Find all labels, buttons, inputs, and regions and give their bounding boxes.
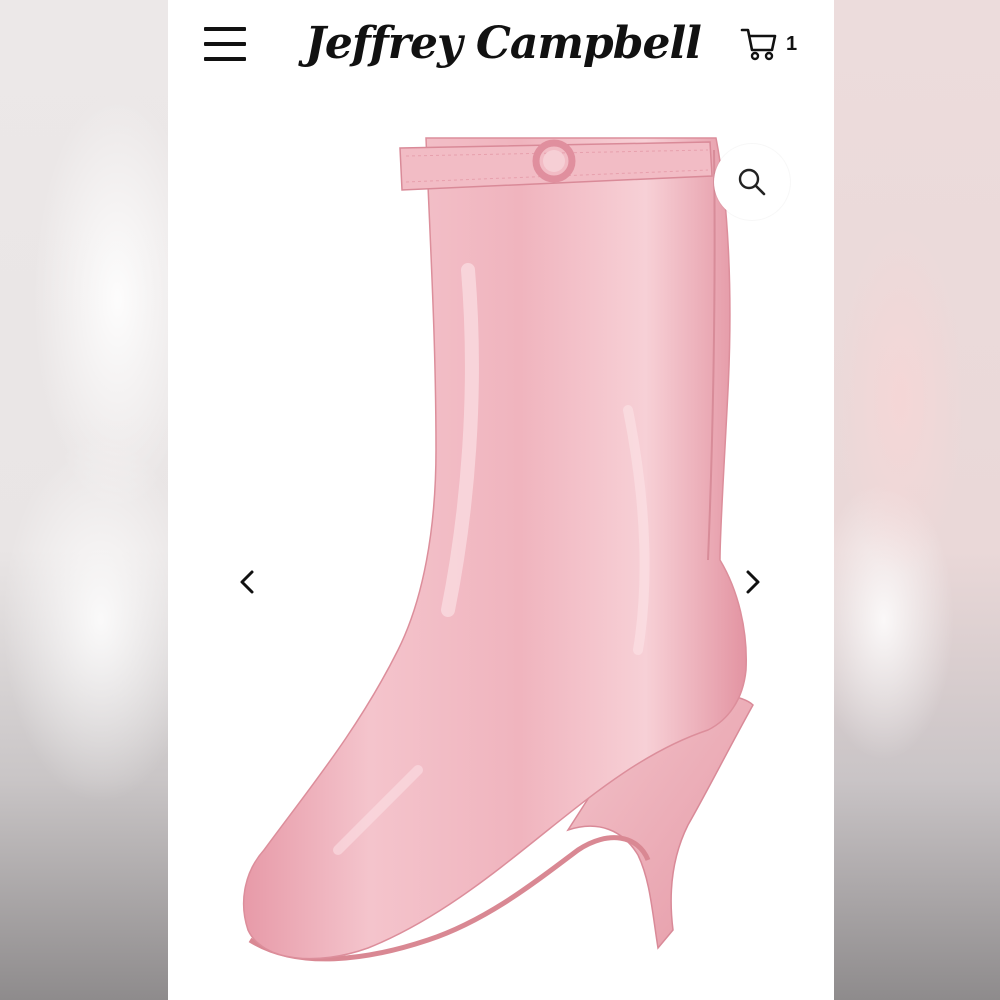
hamburger-menu-icon[interactable] (204, 27, 246, 61)
blurred-backdrop-left (0, 0, 168, 1000)
previous-image-button[interactable] (232, 564, 262, 600)
product-image-pink-wedge-boot (242, 137, 754, 962)
cart-button[interactable]: 1 (740, 24, 800, 64)
chevron-left-icon (240, 570, 254, 594)
chevron-right-icon (746, 570, 760, 594)
magnifier-icon (738, 168, 766, 196)
blurred-backdrop-right (834, 0, 1000, 1000)
mobile-product-page: Jeffrey Campbell 1 (168, 0, 834, 1000)
next-image-button[interactable] (738, 564, 768, 600)
brand-logo[interactable]: Jeffrey Campbell (305, 10, 702, 76)
shopping-cart-icon (740, 28, 777, 61)
site-header: Jeffrey Campbell 1 (168, 0, 834, 90)
cart-count-badge: 1 (786, 32, 798, 55)
zoom-button[interactable] (714, 144, 790, 220)
product-image-gallery[interactable] (168, 90, 834, 1000)
